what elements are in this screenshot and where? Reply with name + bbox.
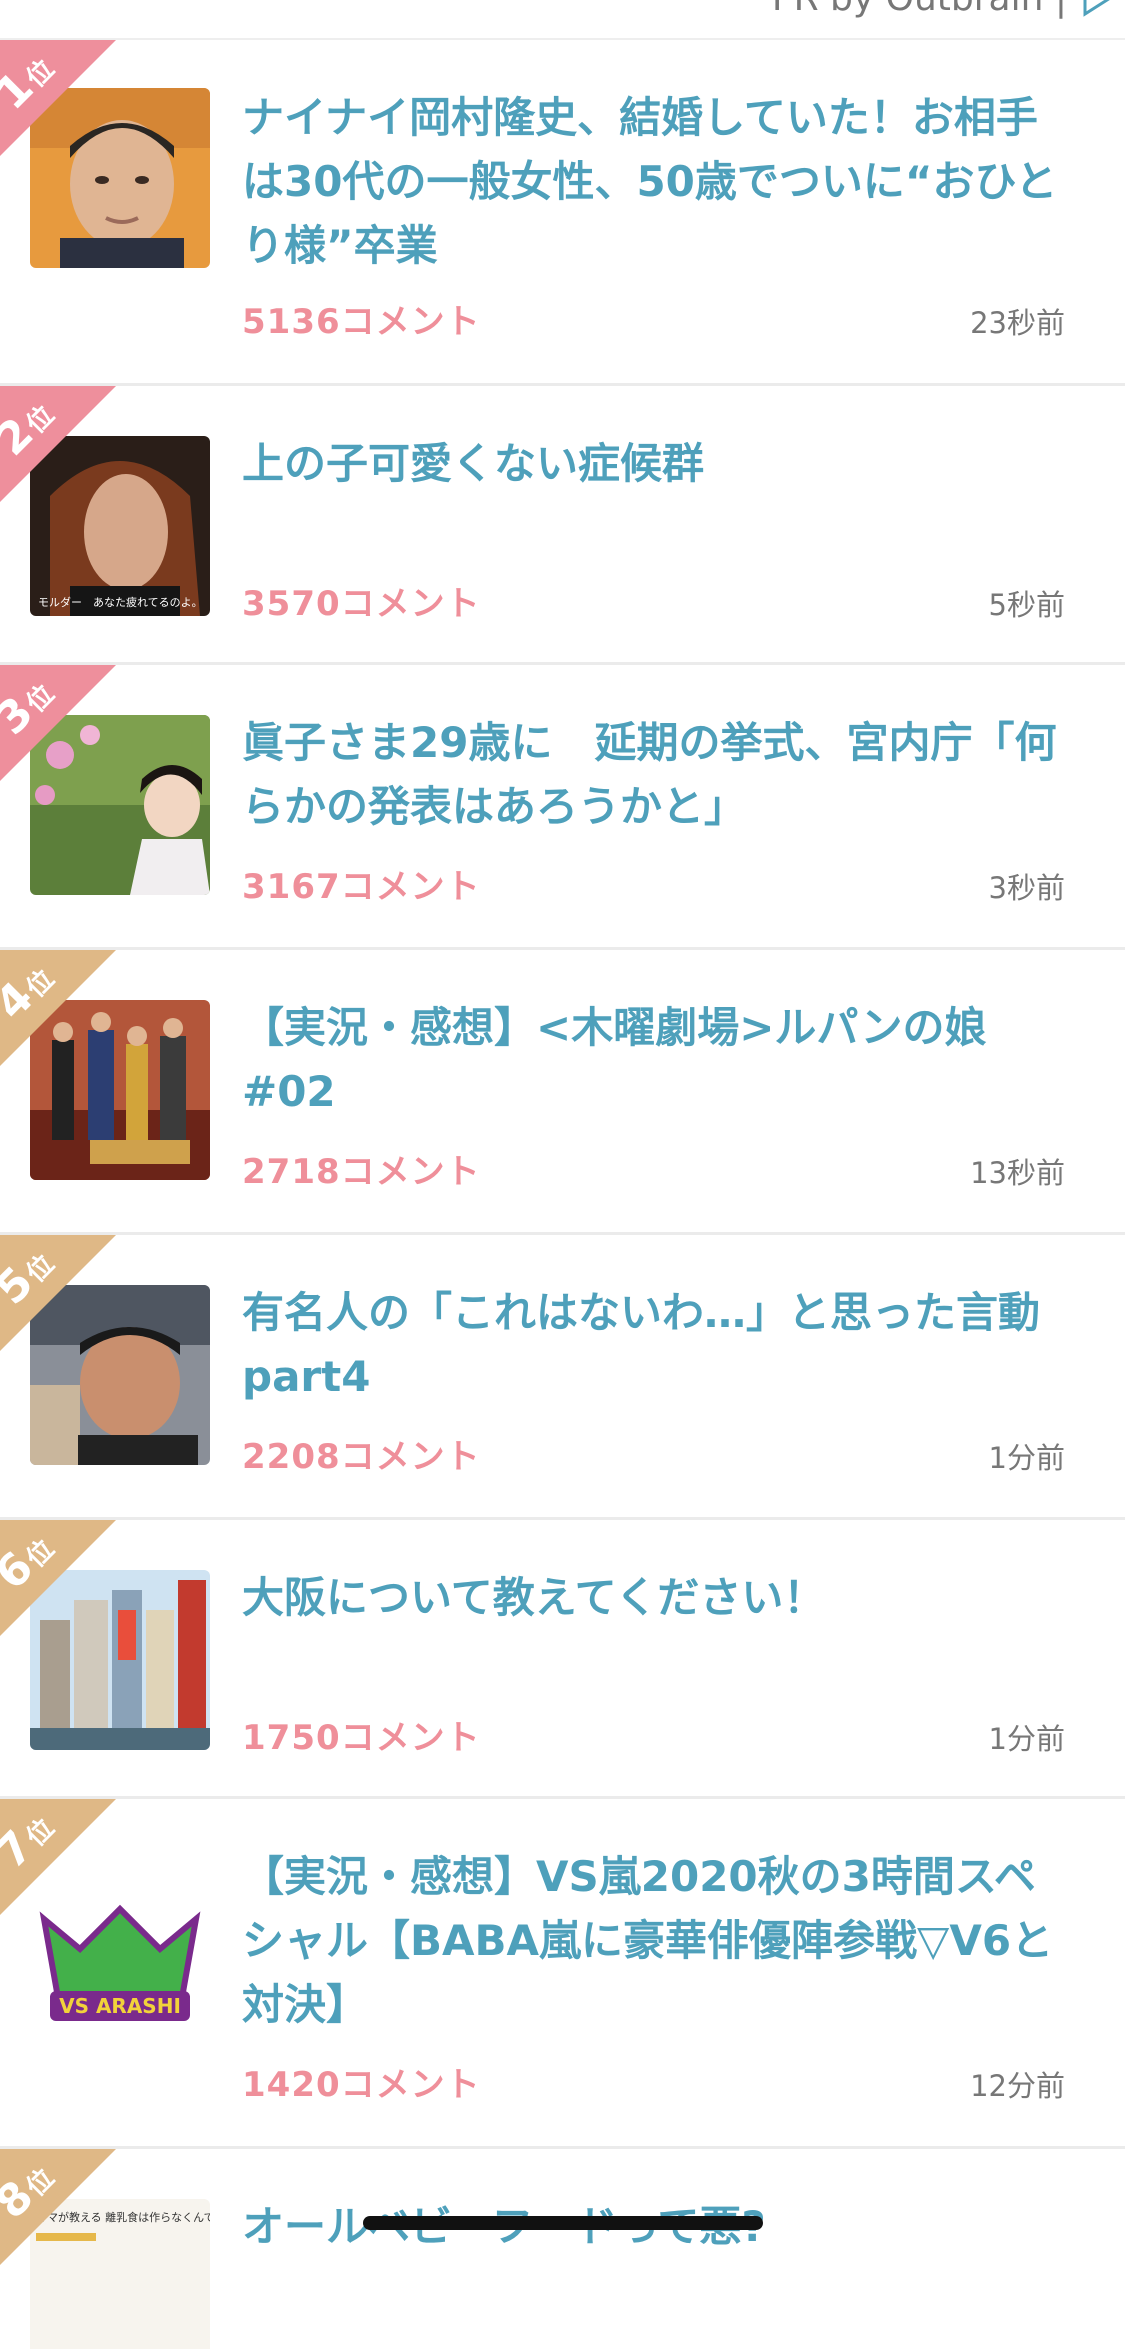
thumbnail-caption: モルダー あなた疲れてるのよ。	[38, 595, 203, 609]
comment-count[interactable]: 5136コメント	[242, 294, 481, 343]
rank-badge: 3位	[0, 665, 116, 781]
rank-badge: 1位	[0, 40, 116, 156]
article-title[interactable]: 大阪について教えてください！	[242, 1566, 1065, 1630]
article-title[interactable]: 眞子さま29歳に 延期の挙式、宮内庁「何らかの発表はあろうかと」	[242, 711, 1065, 839]
comment-count[interactable]: 3167コメント	[242, 859, 481, 908]
ranking-item[interactable]: 5位 有名人の「これはないわ…」と思った言動part4 2208コメント 1分前	[0, 1235, 1125, 1520]
rank-badge: 5位	[0, 1235, 116, 1351]
comment-count[interactable]: 3570コメント	[242, 576, 481, 625]
ranking-item[interactable]: 1位 ナイナイ岡村隆史、結婚していた！お相手は30代の一般女性、50歳でついに“…	[0, 40, 1125, 386]
ranking-item[interactable]: 2位 モルダー あなた疲れてるのよ。 上の子可愛くない症候群 3570コメント …	[0, 386, 1125, 665]
home-indicator[interactable]	[363, 2216, 763, 2230]
comment-count[interactable]: 2208コメント	[242, 1429, 481, 1478]
timestamp: 13秒前	[970, 1156, 1065, 1190]
rank-badge: 2位	[0, 386, 116, 502]
rank-badge: 8位	[0, 2149, 116, 2265]
timestamp: 1分前	[988, 1441, 1065, 1475]
article-title[interactable]: 有名人の「これはないわ…」と思った言動part4	[242, 1281, 1065, 1409]
timestamp: 3秒前	[988, 871, 1065, 905]
ranking-item[interactable]: 7位 VS ARASHI 【実況・感想】VS嵐2020秋の3時間スペシャル【BA…	[0, 1799, 1125, 2149]
ranking-item[interactable]: 3位 眞子さま29歳に 延期の挙式、宮内庁「何らかの発表はあろうかと」 3167…	[0, 665, 1125, 950]
timestamp: 1分前	[988, 1722, 1065, 1756]
rank-badge: 4位	[0, 950, 116, 1066]
article-title[interactable]: ナイナイ岡村隆史、結婚していた！お相手は30代の一般女性、50歳でついに“おひと…	[242, 86, 1065, 278]
ranking-item[interactable]: 6位 大阪について教えてください！ 1750コメント 1分前	[0, 1520, 1125, 1799]
rank-badge: 7位	[0, 1799, 116, 1915]
timestamp: 23秒前	[970, 306, 1065, 340]
article-title[interactable]: 【実況・感想】<木曜劇場>ルパンの娘 #02	[242, 996, 1065, 1124]
timestamp: 12分前	[970, 2069, 1065, 2103]
comment-count[interactable]: 1420コメント	[242, 2057, 481, 2106]
article-title[interactable]: 【実況・感想】VS嵐2020秋の3時間スペシャル【BABA嵐に豪華俳優陣参戦▽V…	[242, 1845, 1065, 2037]
sponsor-credit[interactable]: PR by Outbrain |	[772, 0, 1067, 19]
thumbnail-caption: VS ARASHI	[59, 1994, 181, 2018]
ranking-item[interactable]: 4位 【実況・感想】<木曜劇場>ルパンの娘 #02 2718コメント 13秒前	[0, 950, 1125, 1235]
timestamp: 5秒前	[988, 588, 1065, 622]
comment-count[interactable]: 2718コメント	[242, 1144, 481, 1193]
comment-count[interactable]: 1750コメント	[242, 1710, 481, 1759]
rank-badge: 6位	[0, 1520, 116, 1636]
outbrain-icon[interactable]	[1081, 0, 1111, 22]
article-title[interactable]: 上の子可愛くない症候群	[242, 432, 1065, 496]
ranking-list: 1位 ナイナイ岡村隆史、結婚していた！お相手は30代の一般女性、50歳でついに“…	[0, 40, 1125, 2349]
sponsor-bar: PR by Outbrain |	[0, 0, 1125, 40]
ranking-item[interactable]: 8位 ママが教える 離乳食は作らなくんです。 オールベビーフードって悪?	[0, 2149, 1125, 2349]
